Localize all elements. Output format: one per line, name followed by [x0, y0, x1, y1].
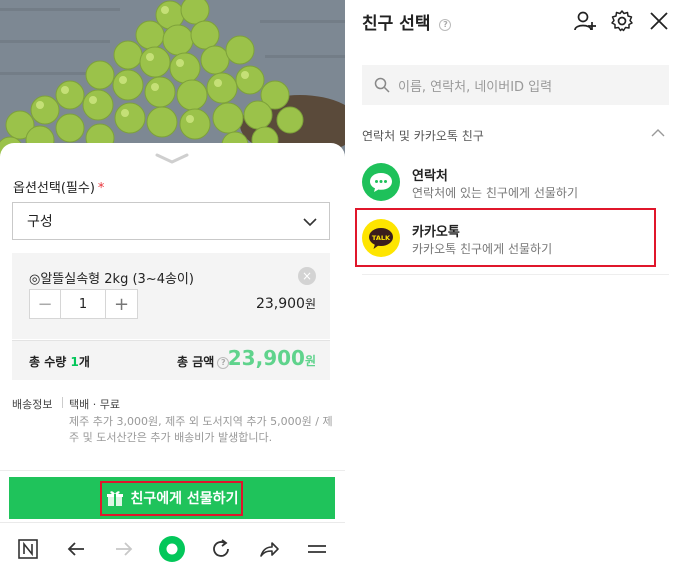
close-icon[interactable] — [647, 9, 671, 33]
refresh-icon[interactable] — [205, 533, 237, 565]
divider — [0, 470, 345, 471]
sheet-handle-icon[interactable] — [155, 153, 189, 165]
naver-n-icon[interactable] — [12, 533, 44, 565]
shipping-divider — [62, 397, 63, 408]
total-amount-label: 총 금액? — [177, 353, 230, 370]
item-name: ◎알뜰실속형 2kg (3~4송이) — [29, 272, 194, 287]
row-subtitle: 연락처에 있는 친구에게 선물하기 — [412, 186, 579, 200]
shipping-note: 제주 추가 3,000원, 제주 외 도서지역 추가 5,000원 / 제주 및… — [69, 415, 333, 444]
shipping-label: 배송정보 — [12, 398, 53, 411]
divider — [362, 274, 669, 275]
remove-item-icon[interactable]: × — [298, 267, 316, 285]
product-image — [0, 0, 345, 160]
option-label: 옵션선택(필수) * — [13, 181, 105, 196]
total-quantity: 총 수량 1개 — [29, 355, 90, 369]
option-select[interactable]: 구성 — [12, 202, 330, 240]
contacts-row[interactable]: 연락처 연락처에 있는 친구에게 선물하기 — [362, 160, 662, 204]
increase-button[interactable]: + — [106, 290, 137, 318]
quantity-stepper: − 1 + — [29, 289, 138, 319]
add-friend-icon[interactable] — [573, 9, 597, 33]
quantity-value[interactable]: 1 — [61, 290, 106, 318]
friend-select-panel: 친구 선택 ? 이름, 연락처, 네이버ID 입력 연락처 및 카카오톡 친구 … — [345, 0, 675, 574]
forward-arrow-icon[interactable] — [108, 533, 140, 565]
browser-toolbar — [0, 522, 345, 574]
home-dot-icon[interactable] — [156, 533, 188, 565]
item-price: 23,900원 — [255, 296, 316, 312]
search-placeholder: 이름, 연락처, 네이버ID 입력 — [398, 79, 553, 95]
total-amount: 23,900원 — [227, 346, 316, 370]
total-summary: 총 수량 1개 총 금액? 23,900원 — [12, 340, 330, 380]
section-label: 연락처 및 카카오톡 친구 — [362, 129, 484, 143]
page-title: 친구 선택 ? — [362, 9, 452, 34]
product-option-panel: 옵션선택(필수) * 구성 ◎알뜰실속형 2kg (3~4송이) × − 1 + … — [0, 0, 345, 574]
message-bubble-icon — [362, 163, 400, 201]
back-arrow-icon[interactable] — [60, 533, 92, 565]
option-select-value: 구성 — [27, 214, 53, 230]
help-icon[interactable]: ? — [439, 19, 452, 31]
highlight-box — [355, 208, 656, 267]
highlight-box — [100, 481, 243, 516]
option-sheet: 옵션선택(필수) * 구성 ◎알뜰실속형 2kg (3~4송이) × − 1 + … — [0, 143, 345, 574]
chevron-down-icon — [303, 218, 317, 227]
friend-search-input[interactable]: 이름, 연락처, 네이버ID 입력 — [362, 65, 669, 105]
selected-item: ◎알뜰실속형 2kg (3~4송이) × − 1 + 23,900원 — [12, 253, 330, 339]
search-icon — [374, 77, 390, 93]
gear-icon[interactable] — [610, 9, 634, 33]
menu-icon[interactable] — [301, 533, 333, 565]
chevron-up-icon[interactable] — [651, 128, 665, 138]
shipping-method: 택배 · 무료 — [69, 398, 120, 411]
decrease-button[interactable]: − — [30, 290, 61, 318]
row-title: 연락처 — [412, 169, 448, 184]
share-icon[interactable] — [253, 533, 285, 565]
required-mark: * — [97, 181, 105, 196]
